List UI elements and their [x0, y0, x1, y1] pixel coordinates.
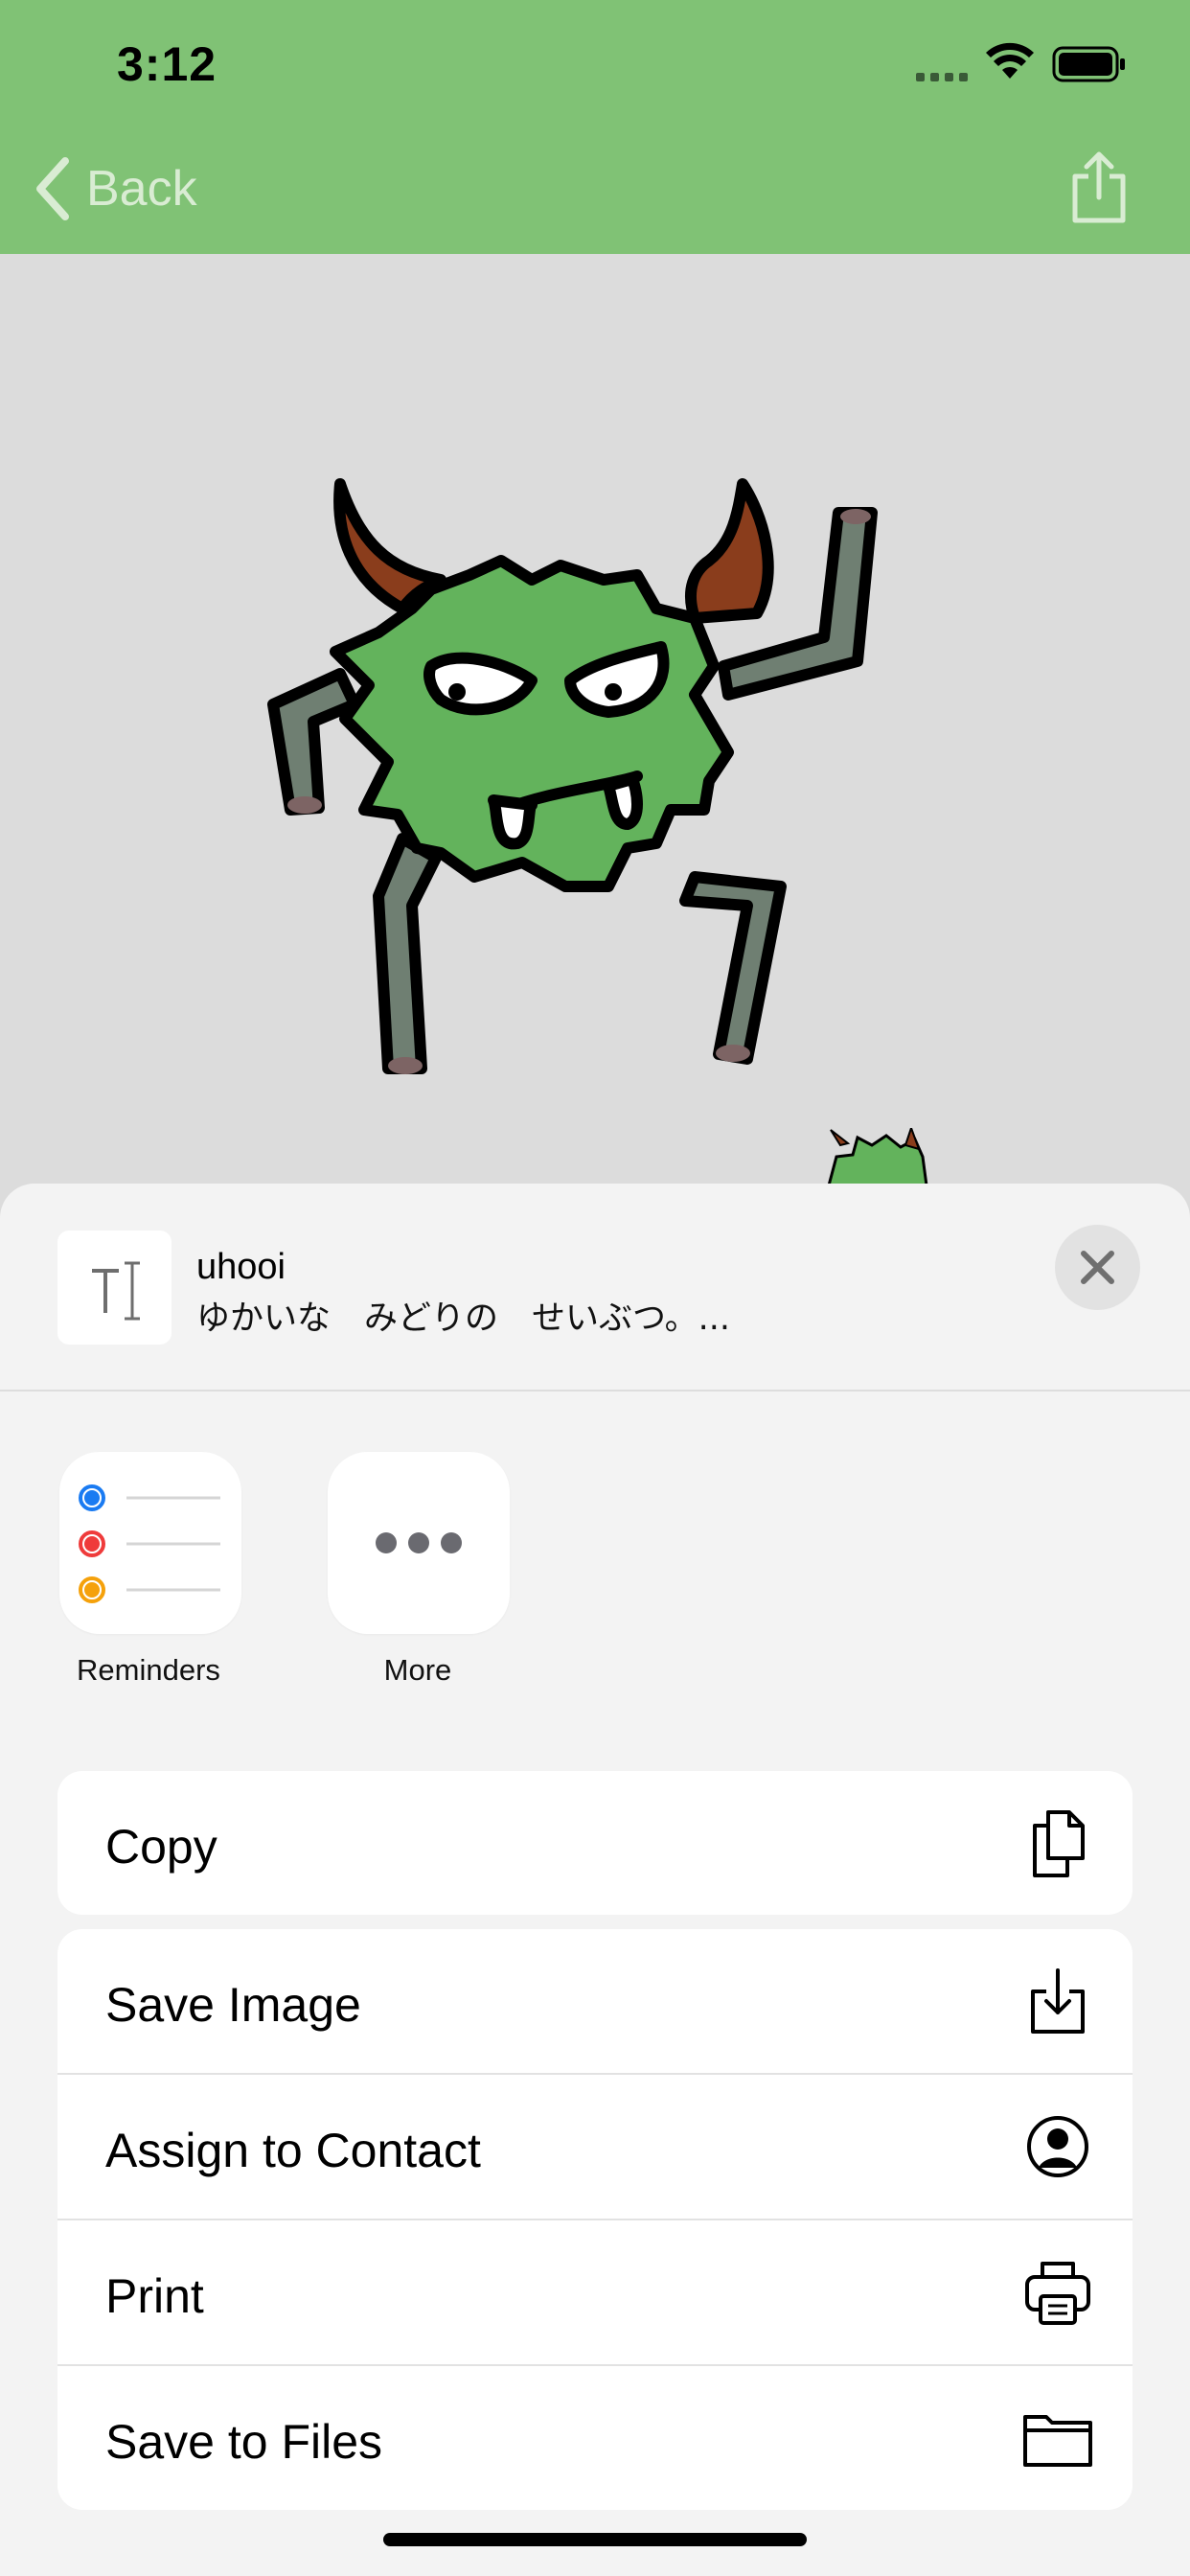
print-label: Print — [105, 2269, 204, 2323]
preview-thumbnail — [57, 1230, 172, 1345]
share-icon[interactable] — [1065, 150, 1133, 226]
preview-title: uhooi — [196, 1247, 286, 1287]
wifi-icon — [986, 42, 1034, 79]
monster-drawing — [267, 478, 878, 1074]
app-reminders-button[interactable] — [59, 1452, 241, 1634]
battery-icon — [1052, 46, 1125, 82]
back-label: Back — [86, 161, 197, 217]
close-icon — [1081, 1251, 1114, 1284]
home-indicator — [383, 2533, 807, 2546]
save-image-icon — [1031, 1968, 1085, 2034]
image-canvas — [0, 254, 1190, 1212]
more-icon — [376, 1532, 462, 1553]
divider — [0, 1390, 1190, 1392]
app-more-label: More — [383, 1653, 452, 1687]
copy-action[interactable]: Copy — [57, 1771, 1133, 1915]
copy-label: Copy — [105, 1820, 217, 1874]
save-image-label: Save Image — [105, 1978, 361, 2032]
reminders-icon — [79, 1484, 220, 1603]
save-image-action[interactable]: Save Image — [57, 1929, 1133, 2075]
contact-icon — [1027, 2116, 1088, 2177]
back-button[interactable]: Back — [34, 155, 197, 222]
navigation-bar: Back — [0, 126, 1190, 254]
chevron-left-icon — [36, 157, 69, 220]
folder-icon — [1023, 2415, 1092, 2467]
printer-icon — [1025, 2262, 1090, 2325]
save-to-files-action[interactable]: Save to Files — [57, 2366, 1133, 2510]
assign-to-contact-action[interactable]: Assign to Contact — [57, 2075, 1133, 2220]
text-document-icon — [92, 1261, 140, 1321]
close-button[interactable] — [1055, 1225, 1140, 1310]
status-time: 3:12 — [117, 37, 217, 91]
monster-sticker — [827, 1128, 928, 1185]
copy-icon — [1033, 1810, 1085, 1877]
action-group-primary: Copy — [57, 1771, 1133, 1915]
assign-to-contact-label: Assign to Contact — [105, 2124, 481, 2177]
cellular-signal-icon — [916, 69, 973, 86]
status-bar: 3:12 — [0, 0, 1190, 126]
preview-subtitle: ゆかいな みどりの せいぶつ。... — [196, 1300, 730, 1338]
share-sheet: uhooi ゆかいな みどりの せいぶつ。... Reminders More … — [0, 1184, 1190, 2576]
app-reminders-label: Reminders — [77, 1653, 220, 1687]
print-action[interactable]: Print — [57, 2220, 1133, 2366]
app-more-button[interactable] — [328, 1452, 510, 1634]
save-to-files-label: Save to Files — [105, 2415, 383, 2469]
action-group-secondary: Save Image Assign to Contact Print Save … — [57, 1929, 1133, 2510]
